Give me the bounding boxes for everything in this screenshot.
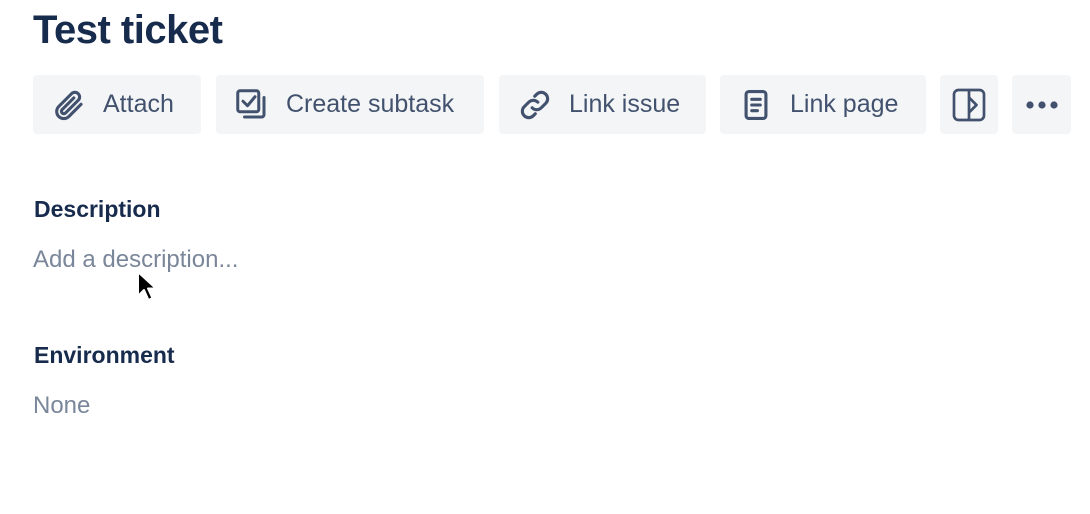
paperclip-icon bbox=[51, 87, 87, 123]
page-icon bbox=[738, 87, 774, 123]
link-icon bbox=[517, 87, 553, 123]
issue-title[interactable]: Test ticket bbox=[33, 6, 223, 54]
sidebar-app-icon bbox=[951, 87, 987, 123]
description-heading: Description bbox=[34, 196, 161, 222]
environment-field[interactable]: None bbox=[33, 391, 90, 421]
app-button[interactable] bbox=[940, 75, 998, 134]
more-button[interactable] bbox=[1012, 75, 1071, 134]
mouse-pointer-icon bbox=[137, 271, 157, 301]
attach-button[interactable]: Attach bbox=[33, 75, 201, 134]
create-subtask-button[interactable]: Create subtask bbox=[216, 75, 484, 134]
link-page-button[interactable]: Link page bbox=[720, 75, 926, 134]
more-horizontal-icon bbox=[1024, 87, 1060, 123]
link-page-label: Link page bbox=[790, 90, 899, 118]
link-issue-button[interactable]: Link issue bbox=[499, 75, 706, 134]
environment-heading: Environment bbox=[34, 342, 175, 368]
link-issue-label: Link issue bbox=[569, 90, 681, 118]
create-subtask-label: Create subtask bbox=[286, 90, 455, 118]
description-field[interactable]: Add a description... bbox=[33, 245, 238, 275]
subtask-icon bbox=[234, 87, 270, 123]
attach-label: Attach bbox=[103, 90, 174, 118]
